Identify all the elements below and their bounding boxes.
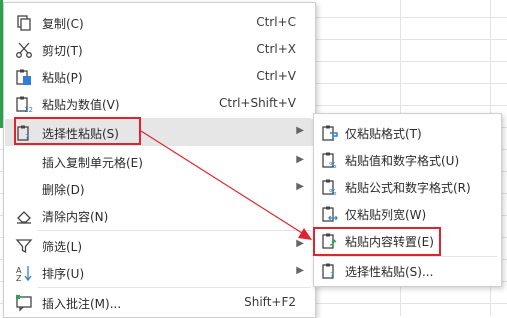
menu-item-label: 粘贴(P) (42, 71, 83, 85)
menu-item-label: 仅粘贴格式(T) (345, 127, 422, 141)
menu-item-label: 排序(U) (42, 267, 85, 281)
annotation-highlight-paste-special (14, 117, 141, 145)
submenu-arrow-icon: ▶ (296, 125, 304, 136)
submenu-arrow-icon: ▶ (296, 265, 304, 276)
menu-item-shortcut: Ctrl+C (256, 15, 296, 29)
paste-special-dialog-icon: ? (321, 262, 339, 280)
menu-item-label: 删除(D) (42, 183, 85, 197)
menu-item-insert-copied-cells[interactable]: 插入复制单元格(E) ▶ (5, 148, 314, 175)
menu-item-label: 清除内容(N) (42, 210, 109, 224)
eraser-icon (15, 207, 33, 225)
submenu-arrow-icon: ▶ (296, 238, 304, 249)
filter-icon (15, 237, 33, 255)
menu-item-label: 插入批注(M)... (42, 297, 122, 311)
menu-item-label: 筛选(L) (42, 240, 83, 254)
menu-item-shortcut: Ctrl+X (256, 42, 296, 56)
menu-item-insert-comment[interactable]: 插入批注(M)... Shift+F2 (5, 289, 314, 316)
sort-icon: AZ (15, 264, 33, 283)
submenu-item-paste-column-width[interactable]: 仅粘贴列宽(W) (315, 200, 500, 227)
menu-item-label: 剪切(T) (42, 44, 83, 58)
copy-icon (15, 14, 33, 32)
submenu-item-paste-special-dialog[interactable]: ? 选择性粘贴(S)... (315, 257, 500, 284)
menu-item-shortcut: Ctrl+Shift+V (219, 96, 296, 110)
context-menu: 复制(C) Ctrl+C 剪切(T) Ctrl+X 粘贴(P) Ctrl+V 1… (3, 2, 316, 318)
submenu-item-paste-formula-number-format[interactable]: % 粘贴公式和数字格式(R) (315, 173, 500, 200)
svg-text:%: % (329, 161, 337, 169)
annotation-highlight-paste-transpose (313, 227, 441, 256)
paste-values-icon: 12 (15, 95, 33, 114)
paste-column-width-icon (321, 205, 339, 223)
svg-text:?: ? (330, 271, 334, 280)
menu-item-label: 仅粘贴列宽(W) (345, 208, 427, 222)
menu-item-cut[interactable]: 剪切(T) Ctrl+X (5, 36, 314, 63)
menu-item-delete[interactable]: 删除(D) ▶ (5, 175, 314, 202)
paste-format-icon (321, 124, 339, 142)
menu-item-shortcut: Shift+F2 (244, 295, 296, 309)
menu-divider (38, 230, 311, 231)
paste-formula-number-format-icon: % (321, 178, 339, 197)
menu-item-label: 粘贴公式和数字格式(R) (345, 181, 471, 195)
paste-icon (15, 68, 33, 86)
svg-text:%: % (329, 188, 337, 196)
menu-divider (38, 287, 311, 288)
submenu-item-paste-values-number-format[interactable]: % 粘贴值和数字格式(U) (315, 146, 500, 173)
paste-special-submenu: 仅粘贴格式(T) % 粘贴值和数字格式(U) % 粘贴公式和数字格式(R) 仅粘… (313, 113, 502, 287)
submenu-arrow-icon: ▶ (296, 154, 304, 165)
svg-text:Z: Z (16, 274, 22, 282)
menu-item-label: 复制(C) (42, 17, 84, 31)
menu-item-shortcut: Ctrl+V (256, 69, 296, 83)
menu-item-sort[interactable]: AZ 排序(U) ▶ (5, 259, 314, 286)
menu-item-filter[interactable]: 筛选(L) ▶ (5, 232, 314, 259)
menu-item-label: 选择性粘贴(S)... (345, 265, 434, 279)
menu-item-paste[interactable]: 粘贴(P) Ctrl+V (5, 63, 314, 90)
svg-text:12: 12 (24, 106, 33, 113)
menu-item-label: 粘贴为数值(V) (42, 98, 120, 112)
submenu-item-paste-format-only[interactable]: 仅粘贴格式(T) (315, 119, 500, 146)
menu-item-clear-contents[interactable]: 清除内容(N) (5, 202, 314, 229)
menu-item-label: 粘贴值和数字格式(U) (345, 154, 460, 168)
comment-icon (15, 294, 33, 312)
scissors-icon (15, 41, 33, 59)
menu-item-label: 插入复制单元格(E) (42, 156, 143, 170)
submenu-arrow-icon: ▶ (296, 181, 304, 192)
paste-values-number-format-icon: % (321, 151, 339, 170)
menu-item-copy[interactable]: 复制(C) Ctrl+C (5, 9, 314, 36)
menu-item-paste-values[interactable]: 12 粘贴为数值(V) Ctrl+Shift+V (5, 90, 314, 117)
